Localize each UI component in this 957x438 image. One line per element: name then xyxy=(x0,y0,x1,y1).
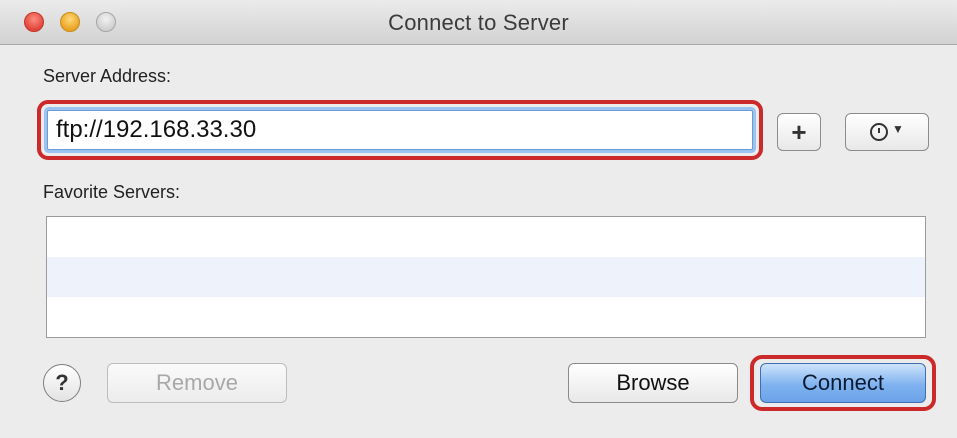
favorite-servers-list[interactable] xyxy=(46,216,926,338)
recent-servers-button[interactable]: ▼ xyxy=(845,113,929,151)
window-title: Connect to Server xyxy=(388,10,569,35)
connect-label: Connect xyxy=(802,370,884,395)
browse-label: Browse xyxy=(616,370,690,395)
add-favorite-label: + xyxy=(791,117,807,147)
chevron-down-icon: ▼ xyxy=(892,122,904,136)
browse-button[interactable]: Browse xyxy=(568,363,738,403)
connect-button[interactable]: Connect xyxy=(760,363,926,403)
list-item[interactable] xyxy=(47,297,925,337)
remove-label: Remove xyxy=(156,370,238,395)
title-bar: Connect to Server xyxy=(0,0,957,45)
list-item[interactable] xyxy=(47,217,925,257)
server-address-label: Server Address: xyxy=(43,66,172,86)
help-label: ? xyxy=(55,370,69,395)
connect-to-server-window: Connect to Server Server Address: + ▼ Fa… xyxy=(0,0,957,438)
list-item[interactable] xyxy=(47,257,925,297)
add-favorite-button[interactable]: + xyxy=(777,113,821,151)
help-button[interactable]: ? xyxy=(43,364,81,402)
clock-icon xyxy=(870,123,889,141)
favorite-servers-label: Favorite Servers: xyxy=(43,182,181,202)
server-address-input[interactable] xyxy=(47,110,753,150)
remove-button[interactable]: Remove xyxy=(107,363,287,403)
